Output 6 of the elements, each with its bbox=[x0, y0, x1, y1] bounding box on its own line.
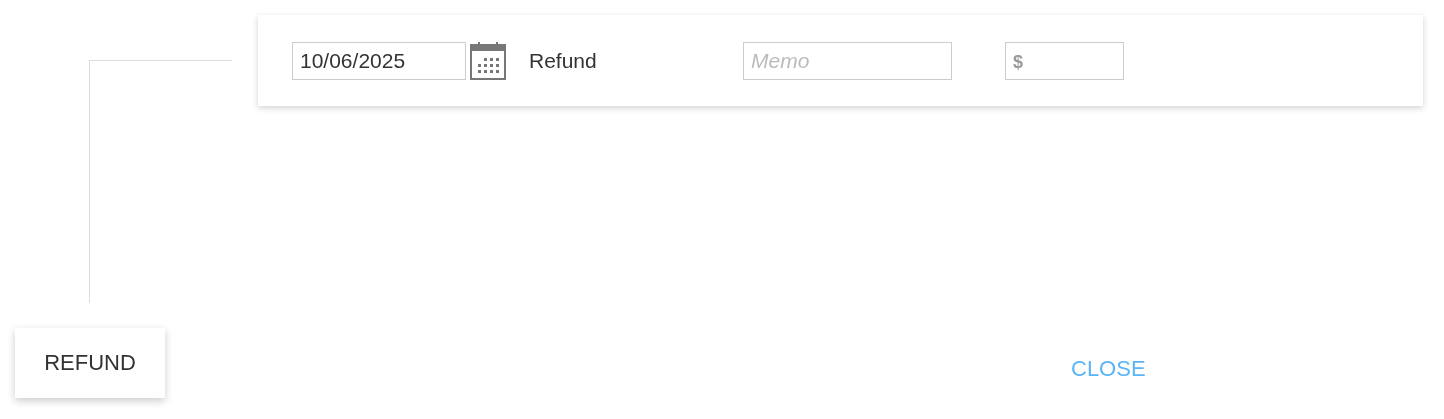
date-field[interactable]: 10/06/2025 bbox=[292, 41, 466, 80]
type-label: Refund bbox=[529, 48, 598, 73]
calendar-icon[interactable] bbox=[470, 41, 506, 80]
amount-field[interactable]: $ bbox=[1005, 41, 1124, 80]
memo-field[interactable]: Memo bbox=[743, 41, 952, 80]
refund-button[interactable]: REFUND bbox=[15, 328, 165, 398]
